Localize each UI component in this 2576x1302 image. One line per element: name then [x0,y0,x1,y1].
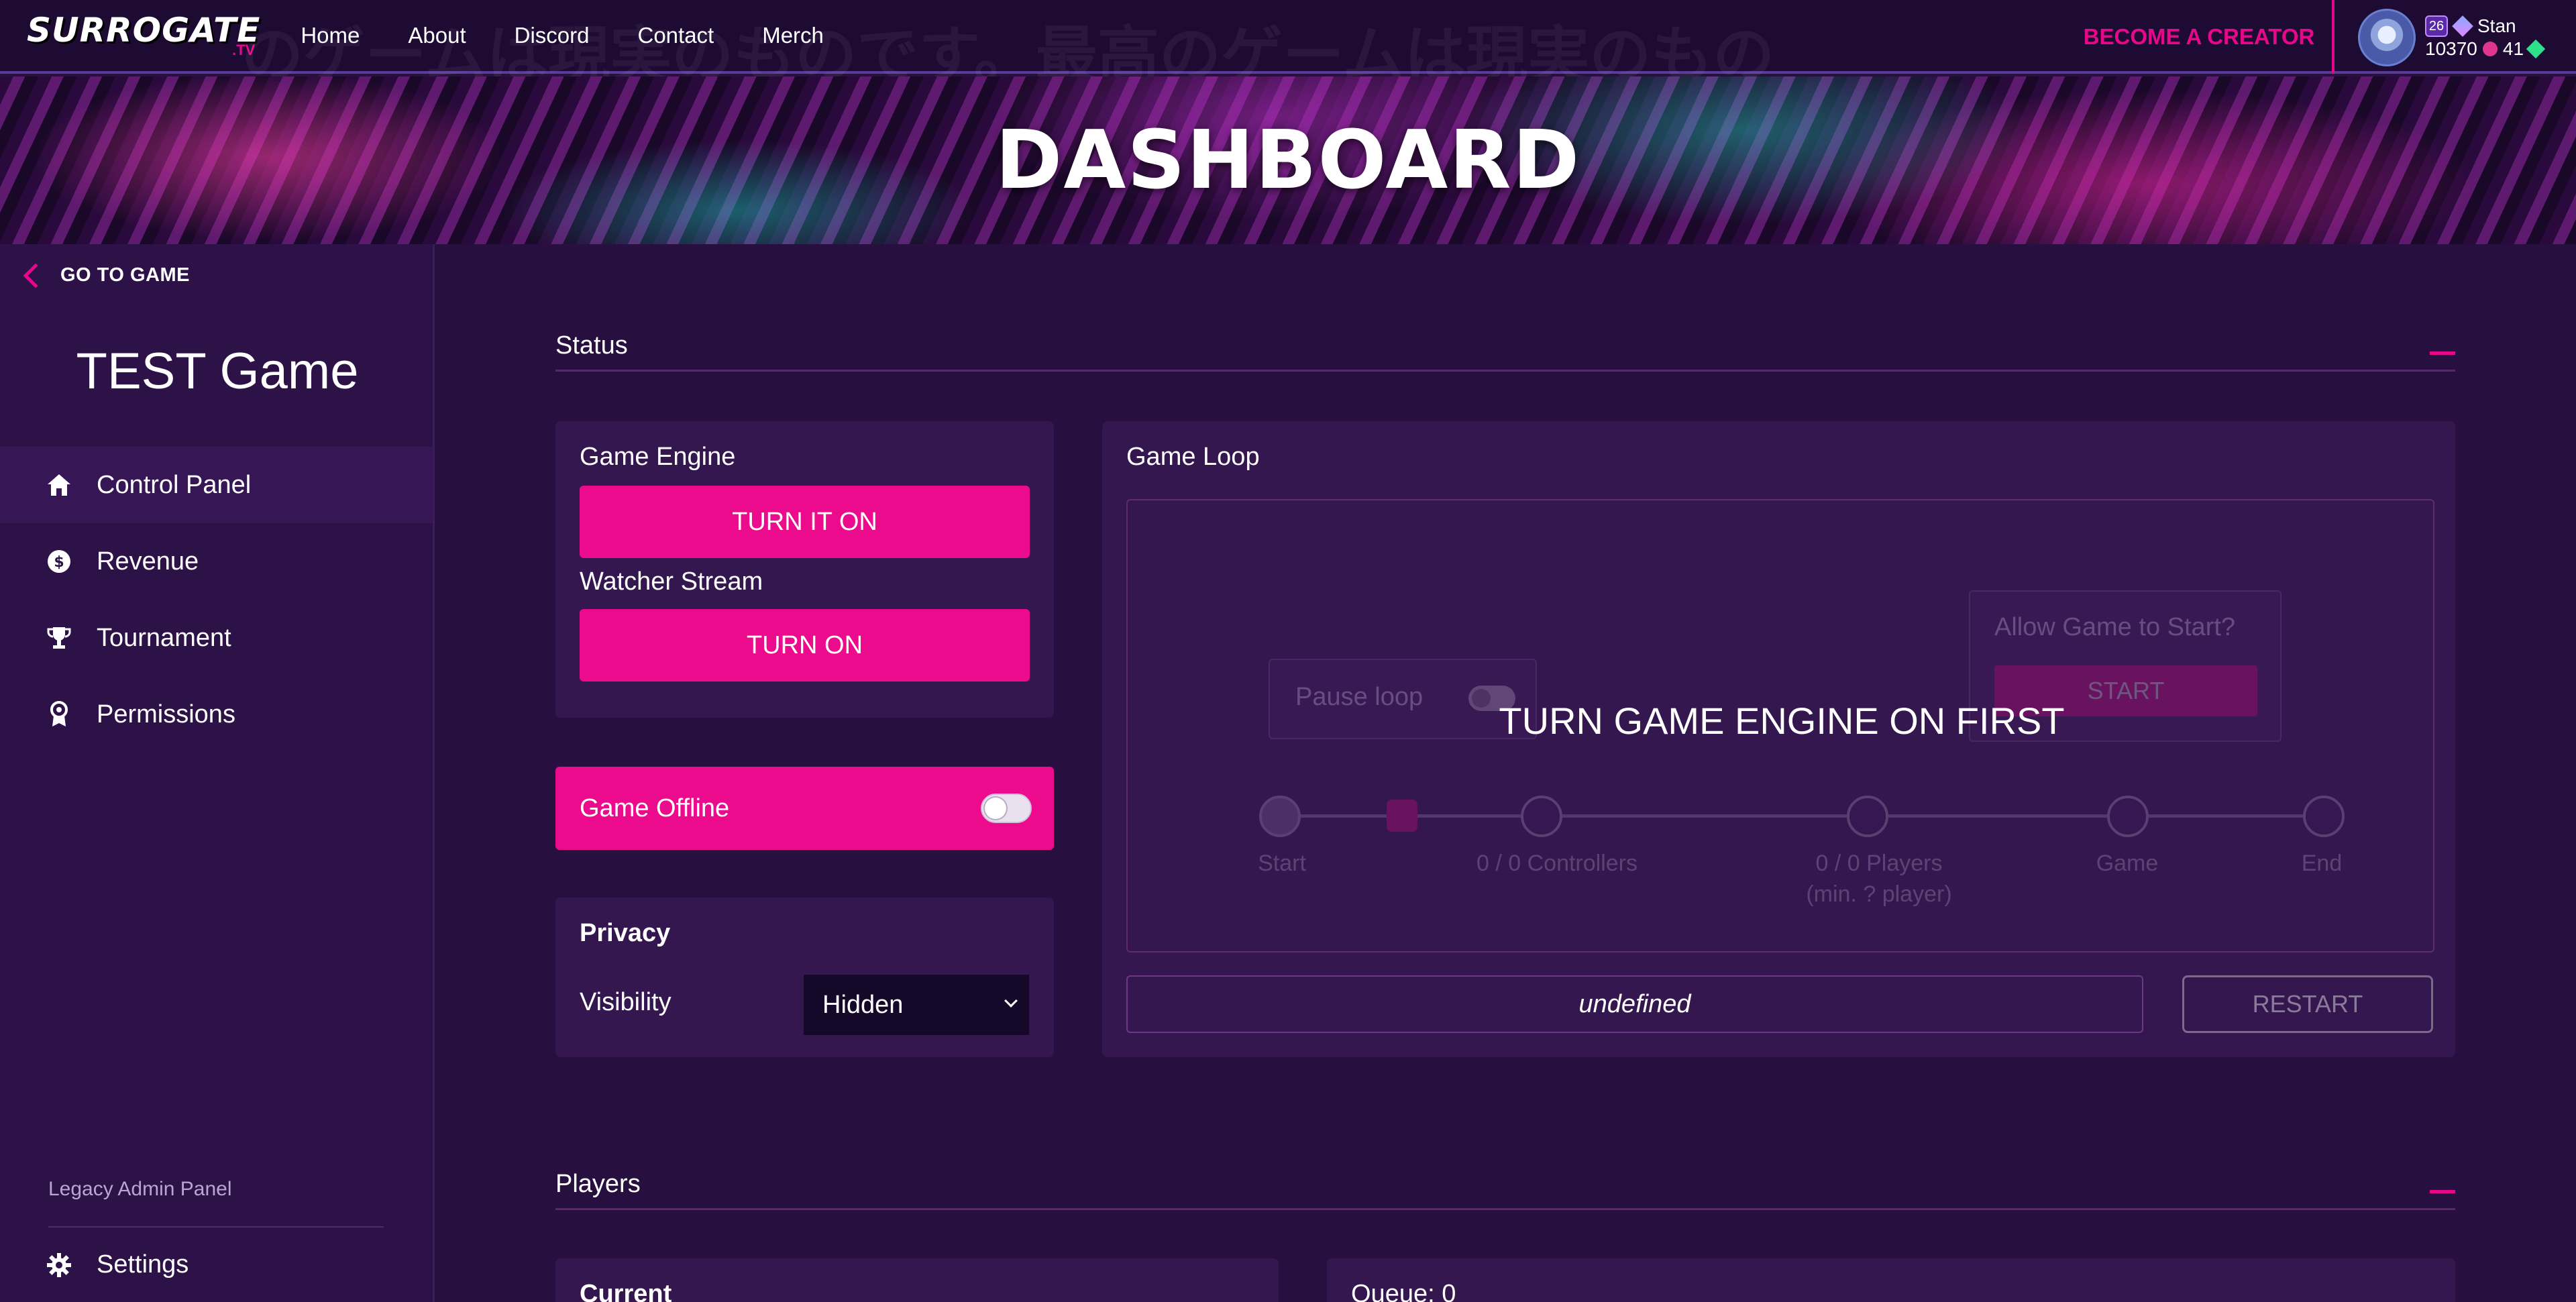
nav-link-about[interactable]: About [408,23,466,48]
queue-label: Queue: 0 [1351,1280,1456,1302]
step-game-label: Game [2096,851,2159,876]
visibility-select[interactable]: Hidden [804,975,1029,1035]
toggle-knob [985,798,1006,819]
nav-link-contact[interactable]: Contact [637,23,714,48]
game-loop-title: Game Loop [1126,443,1260,471]
sidebar-item-settings[interactable]: Settings [46,1250,189,1279]
page-title: DASHBOARD [995,113,1581,207]
sidebar-item-tournament[interactable]: Tournament [0,600,433,676]
restart-button[interactable]: RESTART [2182,975,2433,1033]
username: Stan [2477,15,2516,36]
sidebar-divider [48,1226,384,1228]
turn-stream-on-button[interactable]: TURN ON [580,609,1030,682]
dollar-icon: $ [46,548,72,575]
players-section-header: Players [555,1170,2455,1210]
chevron-down-icon [1004,994,1018,1008]
game-offline-toggle[interactable] [981,794,1032,823]
nav-links: Home About Discord Contact Merch [301,23,872,48]
gem-count: 41 [2502,38,2524,59]
step-controllers-label: 0 / 0 Controllers [1477,851,1638,876]
go-to-game-link[interactable]: GO TO GAME [20,263,190,288]
watcher-stream-label: Watcher Stream [580,567,763,596]
step-players-min-label: (min. ? player) [1806,881,1952,907]
sidebar-item-control-panel[interactable]: Control Panel [0,447,433,523]
visibility-label: Visibility [580,988,672,1016]
collapse-icon[interactable] [2430,351,2455,355]
step-pause-marker [1387,800,1417,832]
privacy-title: Privacy [580,919,671,947]
sidebar-item-label: Permissions [97,700,235,728]
logo-tv: .TV [232,42,256,58]
sidebar-item-label: Revenue [97,547,199,576]
trophy-icon [46,625,72,651]
current-players-label: Current [580,1280,672,1302]
game-loop-diagram: Pause loop Allow Game to Start? START St… [1126,499,2434,953]
step-game-node [2107,796,2149,837]
turn-engine-on-button[interactable]: TURN IT ON [580,486,1030,558]
logo-text: SURROGATE [27,11,261,50]
step-players-label: 0 / 0 Players [1815,851,1943,876]
status-section-title: Status [555,331,628,360]
step-controllers-node [1521,796,1562,837]
become-creator-button[interactable]: BECOME A CREATOR [2066,0,2334,74]
privacy-card: Privacy Visibility Hidden [555,898,1054,1057]
nav-link-merch[interactable]: Merch [762,23,824,48]
engine-off-message: TURN GAME ENGINE ON FIRST [1499,700,2065,742]
engine-card: Game Engine TURN IT ON Watcher Stream TU… [555,421,1054,718]
step-end-node [2303,796,2345,837]
sidebar-item-revenue[interactable]: $ Revenue [0,523,433,600]
chevron-left-icon [23,263,48,288]
sidebar-item-label: Tournament [97,623,231,652]
svg-text:$: $ [54,554,64,571]
step-players-node [1847,796,1888,837]
step-end-label: End [2301,851,2343,876]
nav-link-discord[interactable]: Discord [515,23,590,48]
sidebar: GO TO GAME TEST Game Control Panel $ Rev… [0,244,435,1302]
cube-icon [2452,15,2473,37]
status-section-header: Status [555,331,2455,372]
badge-icon [46,701,72,728]
queue-card: Queue: 0 [1327,1258,2455,1302]
gear-icon [46,1252,72,1279]
game-offline-bar: Game Offline [555,767,1054,850]
step-start-node [1259,796,1301,837]
allow-start-label: Allow Game to Start? [1994,613,2236,641]
user-meta: 26 Stan 10370 41 [2425,15,2546,60]
sidebar-item-permissions[interactable]: Permissions [0,676,433,753]
level-badge: 26 [2425,15,2448,37]
coin-count: 10370 [2425,38,2477,59]
collapse-icon[interactable] [2430,1190,2455,1193]
game-name: TEST Game [76,343,359,400]
sidebar-menu: Control Panel $ Revenue Tournament Permi… [0,447,433,753]
step-start-label: Start [1258,851,1306,876]
game-offline-label: Game Offline [580,794,730,822]
avatar[interactable] [2358,9,2416,66]
go-to-game-label: GO TO GAME [60,264,190,286]
players-section-title: Players [555,1170,641,1198]
home-icon [46,472,72,498]
game-engine-label: Game Engine [580,443,736,471]
gem-icon [2526,39,2546,59]
user-menu[interactable]: 26 Stan 10370 41 [2358,8,2546,67]
game-loop-card: Game Loop Pause loop Allow Game to Start… [1102,421,2455,1057]
dashboard-banner: DASHBOARD [0,76,2576,244]
nav-link-home[interactable]: Home [301,23,360,48]
logo[interactable]: SURROGATE .TV [27,13,260,58]
sidebar-item-label: Control Panel [97,470,252,499]
top-nav: のゲームは現実のものです。最高のゲームは現実のもの SURROGATE .TV … [0,0,2576,90]
legacy-admin-link[interactable]: Legacy Admin Panel [48,1178,232,1201]
step-line [1281,814,2320,818]
visibility-value: Hidden [822,990,904,1019]
loop-status-field: undefined [1126,975,2143,1033]
settings-label: Settings [97,1250,189,1279]
coin-icon [2482,42,2498,56]
current-players-card: Current [555,1258,1279,1302]
